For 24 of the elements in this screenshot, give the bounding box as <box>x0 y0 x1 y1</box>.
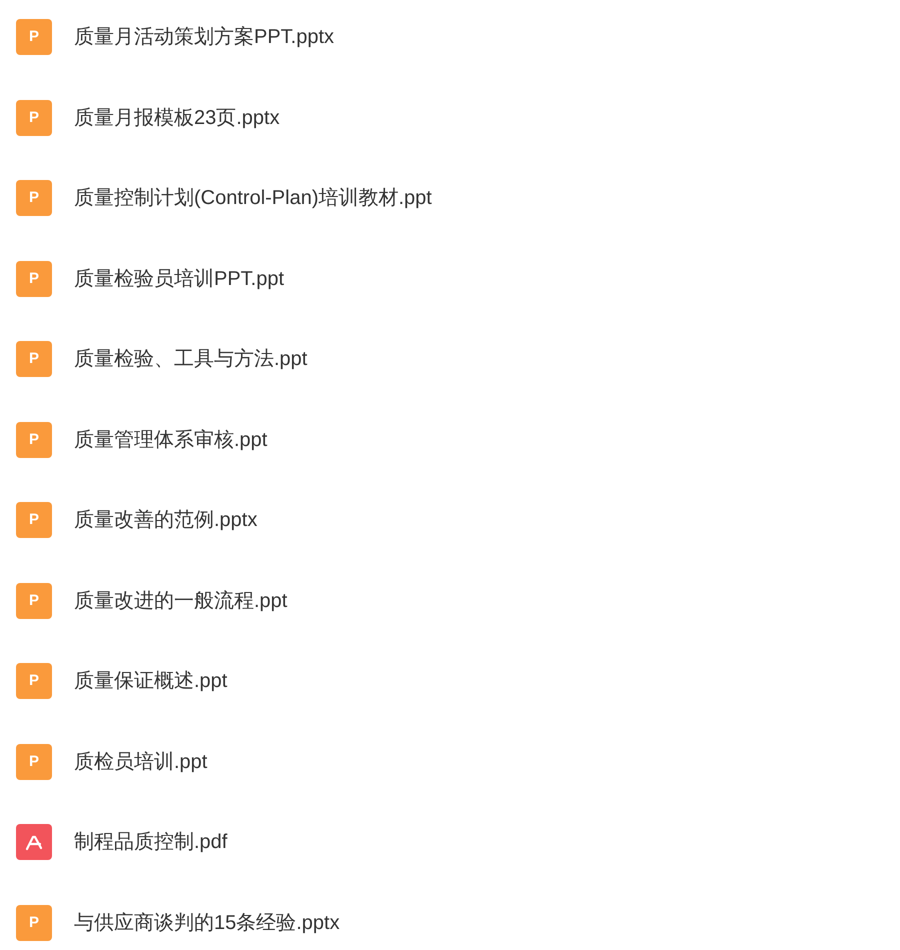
presentation-file-icon: P <box>16 904 52 941</box>
file-name[interactable]: 质量控制计划(Control-Plan)培训教材.ppt <box>74 183 432 214</box>
file-name[interactable]: 质量管理体系审核.ppt <box>74 424 268 455</box>
file-name[interactable]: 质量月活动策划方案PPT.pptx <box>74 22 334 52</box>
file-name[interactable]: 质量改进的一般流程.ppt <box>74 586 288 616</box>
file-name[interactable]: 与供应商谈判的15条经验.pptx <box>74 908 340 938</box>
file-name[interactable]: 质量改善的范例.pptx <box>74 505 258 536</box>
file-name[interactable]: 制程品质控制.pdf <box>74 827 228 858</box>
presentation-file-icon: P <box>16 582 52 619</box>
file-name[interactable]: 质量保证概述.ppt <box>74 666 228 696</box>
file-name[interactable]: 质检员培训.ppt <box>74 746 208 777</box>
presentation-file-icon: P <box>16 341 52 378</box>
pdf-file-icon <box>16 824 52 860</box>
presentation-file-icon: P <box>16 663 52 700</box>
file-name[interactable]: 质量检验、工具与方法.ppt <box>74 344 308 374</box>
presentation-file-icon: P <box>16 19 52 56</box>
presentation-file-icon: P <box>16 502 52 538</box>
presentation-file-icon: P <box>16 260 52 297</box>
presentation-file-icon: P <box>16 744 52 780</box>
file-name[interactable]: 质量检验员培训PPT.ppt <box>74 264 284 294</box>
presentation-file-icon: P <box>16 422 52 458</box>
file-name[interactable]: 质量月报模板23页.pptx <box>74 102 280 133</box>
presentation-file-icon: P <box>16 180 52 216</box>
presentation-file-icon: P <box>16 100 52 136</box>
